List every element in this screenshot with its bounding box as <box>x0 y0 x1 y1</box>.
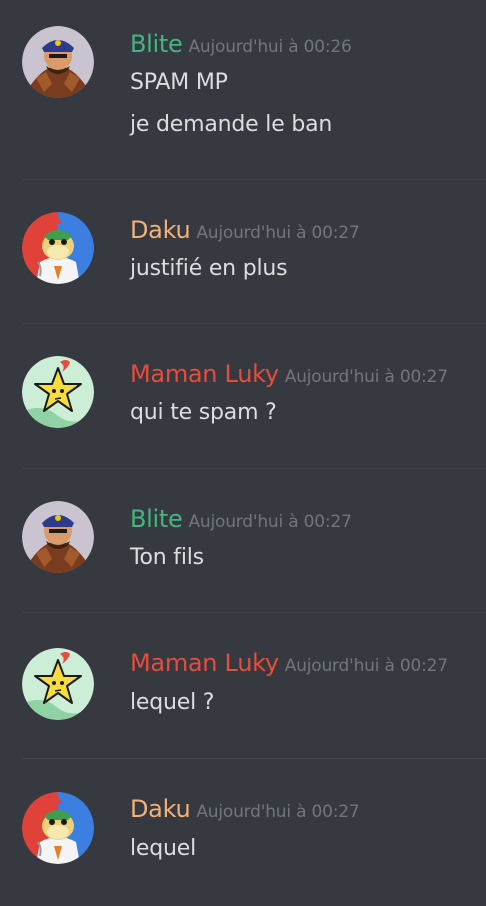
message-header: Daku Aujourd'hui à 00:27 <box>130 795 486 823</box>
message-text: Ton fils <box>130 545 204 570</box>
username[interactable]: Maman Luky <box>130 649 279 677</box>
user-avatar[interactable] <box>22 26 94 98</box>
user-avatar[interactable] <box>22 648 94 720</box>
user-avatar[interactable] <box>22 356 94 428</box>
timestamp[interactable]: Aujourd'hui à 00:26 <box>188 37 351 57</box>
timestamp[interactable]: Aujourd'hui à 00:27 <box>285 367 448 387</box>
bowser-jr-doctor-avatar-icon <box>22 212 94 284</box>
message-header: Blite Aujourd'hui à 00:26 <box>130 30 486 58</box>
message-group: Blite Aujourd'hui à 00:26 SPAM MP je dema… <box>0 0 486 180</box>
username[interactable]: Daku <box>130 795 191 823</box>
message-text: lequel <box>130 836 197 861</box>
timestamp[interactable]: Aujourd'hui à 00:27 <box>188 512 351 532</box>
timestamp[interactable]: Aujourd'hui à 00:27 <box>285 656 448 676</box>
message-header: Maman Luky Aujourd'hui à 00:27 <box>130 649 486 677</box>
message-text: justifié en plus <box>130 256 288 281</box>
message-text: SPAM MP <box>130 70 228 95</box>
message-text: qui te spam ? <box>130 400 277 425</box>
message-group: Maman Luky Aujourd'hui à 00:27 qui te spa… <box>0 324 486 468</box>
user-avatar[interactable] <box>22 792 94 864</box>
message-group: Daku Aujourd'hui à 00:27 justifié en plus <box>0 180 486 324</box>
message-text: lequel ? <box>130 690 215 715</box>
timestamp[interactable]: Aujourd'hui à 00:27 <box>196 223 359 243</box>
user-avatar[interactable] <box>22 212 94 284</box>
username[interactable]: Daku <box>130 216 191 244</box>
timestamp[interactable]: Aujourd'hui à 00:27 <box>196 802 359 822</box>
message-group: Blite Aujourd'hui à 00:27 Ton fils <box>0 469 486 613</box>
message-group: Maman Luky Aujourd'hui à 00:27 lequel ? <box>0 613 486 758</box>
username[interactable]: Blite <box>130 505 183 533</box>
star-face-avatar-icon <box>22 648 94 720</box>
message-header: Maman Luky Aujourd'hui à 00:27 <box>130 360 486 388</box>
wario-style-character-avatar-icon <box>22 26 94 98</box>
message-header: Blite Aujourd'hui à 00:27 <box>130 505 486 533</box>
user-avatar[interactable] <box>22 501 94 573</box>
message-group: Daku Aujourd'hui à 00:27 lequel <box>0 759 486 906</box>
message-list: Blite Aujourd'hui à 00:26 SPAM MP je dema… <box>0 0 486 906</box>
star-face-avatar-icon <box>22 356 94 428</box>
username[interactable]: Maman Luky <box>130 360 279 388</box>
bowser-jr-doctor-avatar-icon <box>22 792 94 864</box>
message-header: Daku Aujourd'hui à 00:27 <box>130 216 486 244</box>
wario-style-character-avatar-icon <box>22 501 94 573</box>
username[interactable]: Blite <box>130 30 183 58</box>
message-text: je demande le ban <box>130 112 333 137</box>
